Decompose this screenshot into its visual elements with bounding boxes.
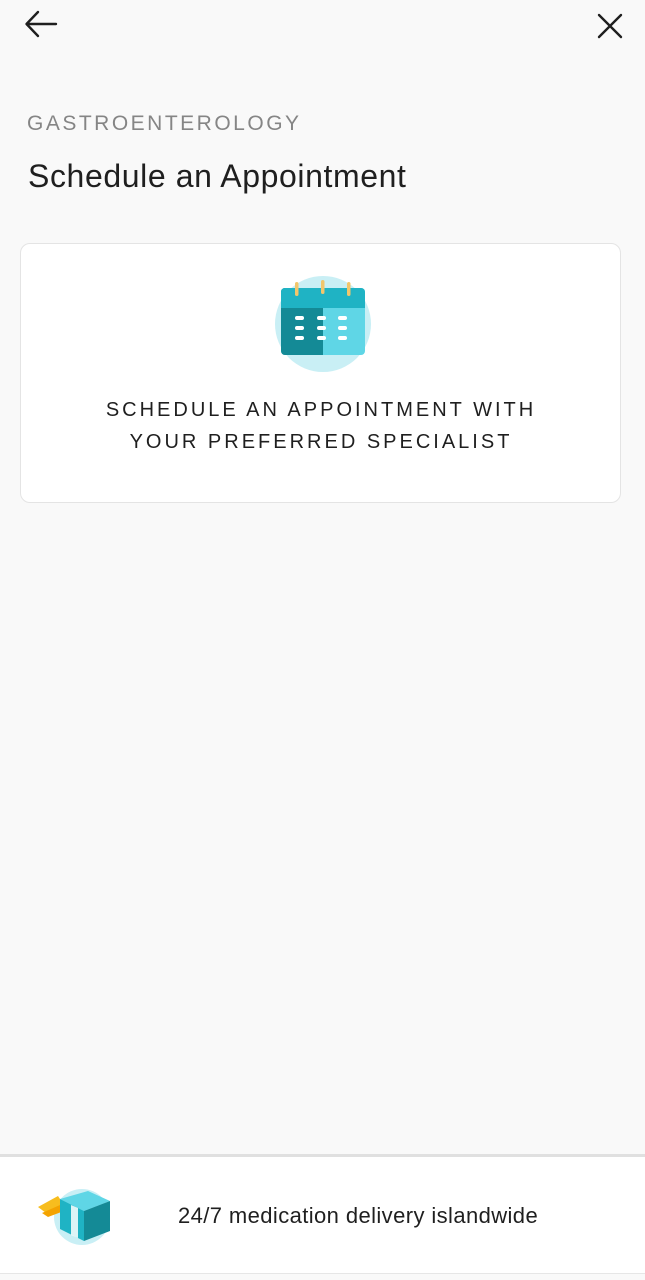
page-title: Schedule an Appointment xyxy=(28,158,407,194)
delivery-banner-text: 24/7 medication delivery islandwide xyxy=(178,1203,539,1228)
delivery-box-icon xyxy=(38,1189,110,1245)
back-button[interactable] xyxy=(17,0,65,48)
delivery-banner[interactable]: 24/7 medication delivery islandwide xyxy=(0,1154,645,1274)
close-icon xyxy=(597,13,623,39)
schedule-appointment-card[interactable]: SCHEDULE AN APPOINTMENT WITH YOUR PREFER… xyxy=(20,243,621,503)
calendar-icon xyxy=(275,276,371,372)
close-button[interactable] xyxy=(586,2,634,50)
specialty-label: GASTROENTEROLOGY xyxy=(27,112,302,135)
card-line-1: SCHEDULE AN APPOINTMENT WITH xyxy=(105,399,537,421)
top-bar xyxy=(0,0,645,60)
card-line-2: YOUR PREFERRED SPECIALIST xyxy=(129,431,513,453)
arrow-left-icon xyxy=(25,10,58,38)
card-description: SCHEDULE AN APPOINTMENT WITH YOUR PREFER… xyxy=(21,394,621,458)
